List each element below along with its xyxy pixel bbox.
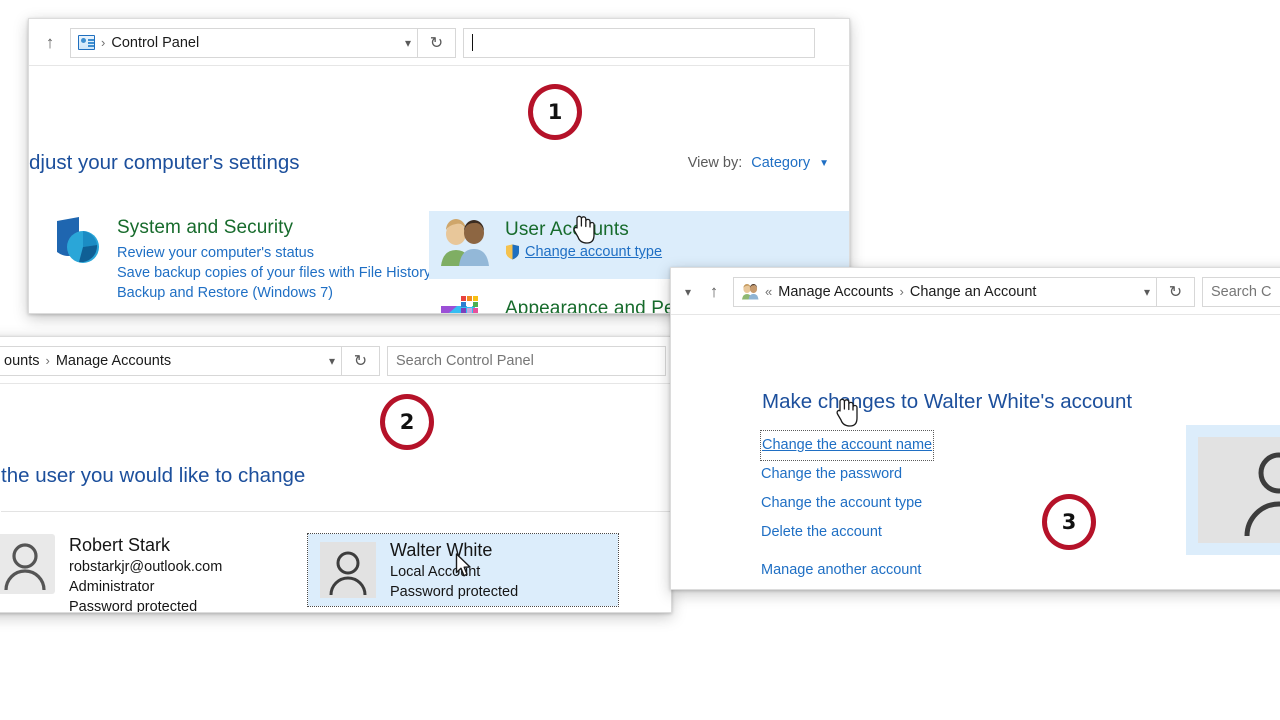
account-password-status: Password protected (69, 599, 198, 613)
text-caret (472, 34, 473, 51)
category-title[interactable]: System and Security (117, 217, 431, 239)
change-password-link[interactable]: Change the password (761, 460, 902, 489)
manage-another-account-link[interactable]: Manage another account (761, 556, 921, 585)
account-avatar-panel (1186, 425, 1280, 555)
control-panel-icon (78, 35, 95, 50)
avatar (0, 534, 55, 594)
task-list: Change the account name Change the passw… (759, 430, 935, 585)
search-input[interactable] (463, 27, 815, 58)
breadcrumb-partial[interactable]: ounts (4, 353, 39, 369)
category-link[interactable]: Save backup copies of your files with Fi… (117, 263, 431, 283)
breadcrumb-control-panel[interactable]: Control Panel (111, 35, 199, 51)
address-bar[interactable]: « Manage Accounts › Change an Account ▾ (733, 276, 1157, 307)
delete-account-link[interactable]: Delete the account (761, 518, 882, 547)
user-accounts-icon (437, 218, 491, 268)
account-type: Administrator (69, 579, 155, 595)
view-by-label: View by: (687, 155, 743, 171)
account-password-status: Password protected (390, 583, 519, 600)
address-bar[interactable]: ounts › Manage Accounts ▾ (0, 345, 342, 376)
category-system-and-security[interactable]: System and Security Review your computer… (49, 216, 449, 303)
user-accounts-icon (741, 283, 760, 300)
step-badge-1: 1 (528, 84, 582, 140)
chevron-down-icon[interactable]: ▾ (319, 354, 335, 368)
window-change-account[interactable]: ▾ ↑ « Manage Accounts › Change an Accoun… (670, 267, 1280, 590)
chevron-down-icon[interactable]: ▾ (395, 36, 411, 50)
account-name: Robert Stark (69, 535, 171, 555)
system-security-icon (49, 216, 103, 268)
avatar (320, 542, 376, 598)
window1-navbar: ↑ › Control Panel ▾ ↻ (29, 19, 849, 66)
breadcrumb-separator-icon: › (45, 353, 50, 368)
breadcrumb-separator-icon: › (899, 284, 904, 299)
step-badge-3: 3 (1042, 494, 1096, 550)
up-arrow-icon[interactable]: ↑ (701, 278, 727, 306)
list-item-account[interactable]: Walter White Local Account Password prot… (307, 533, 619, 607)
window2-page: the user you would like to change Robert… (0, 384, 671, 613)
search-input[interactable]: Search Control Panel (387, 345, 666, 376)
search-placeholder: Search Control Panel (396, 352, 534, 369)
chevron-down-icon[interactable]: ▼ (819, 158, 829, 169)
search-placeholder: Search C (1211, 283, 1272, 300)
category-title[interactable]: User Accounts (505, 219, 662, 241)
page-title: djust your computer's settings (29, 151, 300, 174)
user-avatar-icon (1198, 437, 1280, 543)
window2-navbar: ounts › Manage Accounts ▾ ↻ Search Contr… (0, 337, 671, 384)
window3-page: Make changes to Walter White's account C… (671, 315, 1280, 589)
breadcrumb-manage-accounts[interactable]: Manage Accounts (56, 353, 171, 369)
change-account-type-link[interactable]: Change account type (525, 244, 662, 260)
breadcrumb-separator-icon: › (101, 35, 106, 50)
change-account-type-link[interactable]: Change the account type (761, 489, 922, 518)
page-title: the user you would like to change (1, 464, 306, 487)
uac-shield-icon (505, 244, 520, 260)
refresh-icon[interactable]: ↻ (1157, 276, 1195, 307)
screen: ↑ › Control Panel ▾ ↻ djust your compute… (0, 0, 1280, 720)
breadcrumb-overflow-icon[interactable]: « (765, 284, 772, 299)
step-badge-2: 2 (380, 394, 434, 450)
search-input[interactable]: Search C (1202, 276, 1280, 307)
appearance-icon (437, 294, 491, 313)
page-title: Make changes to Walter White's account (762, 390, 1133, 413)
window-manage-accounts[interactable]: ounts › Manage Accounts ▾ ↻ Search Contr… (0, 336, 672, 613)
change-account-name-link[interactable]: Change the account name (759, 430, 935, 461)
account-type: Local Account (390, 563, 481, 580)
account-name: Walter White (390, 539, 493, 560)
breadcrumb-manage-accounts[interactable]: Manage Accounts (778, 284, 893, 300)
breadcrumb-change-an-account[interactable]: Change an Account (910, 284, 1037, 300)
refresh-icon[interactable]: ↻ (418, 27, 456, 58)
up-arrow-icon[interactable]: ↑ (37, 29, 63, 57)
chevron-down-icon[interactable]: ▾ (675, 278, 701, 306)
chevron-down-icon[interactable]: ▾ (1134, 285, 1150, 299)
category-link[interactable]: Backup and Restore (Windows 7) (117, 283, 431, 303)
view-by-group: View by: Category ▼ (688, 155, 829, 171)
user-accounts-group[interactable]: User Accounts Change account type (437, 218, 847, 268)
list-item-account[interactable]: Robert Stark robstarkjr@outlook.com Admi… (0, 524, 283, 613)
address-bar[interactable]: › Control Panel ▾ (70, 27, 418, 58)
category-link[interactable]: Review your computer's status (117, 243, 431, 263)
refresh-icon[interactable]: ↻ (342, 345, 380, 376)
account-email: robstarkjr@outlook.com (69, 559, 223, 575)
divider (1, 511, 671, 512)
view-by-value[interactable]: Category (751, 155, 810, 171)
window3-navbar: ▾ ↑ « Manage Accounts › Change an Accoun… (671, 268, 1280, 315)
